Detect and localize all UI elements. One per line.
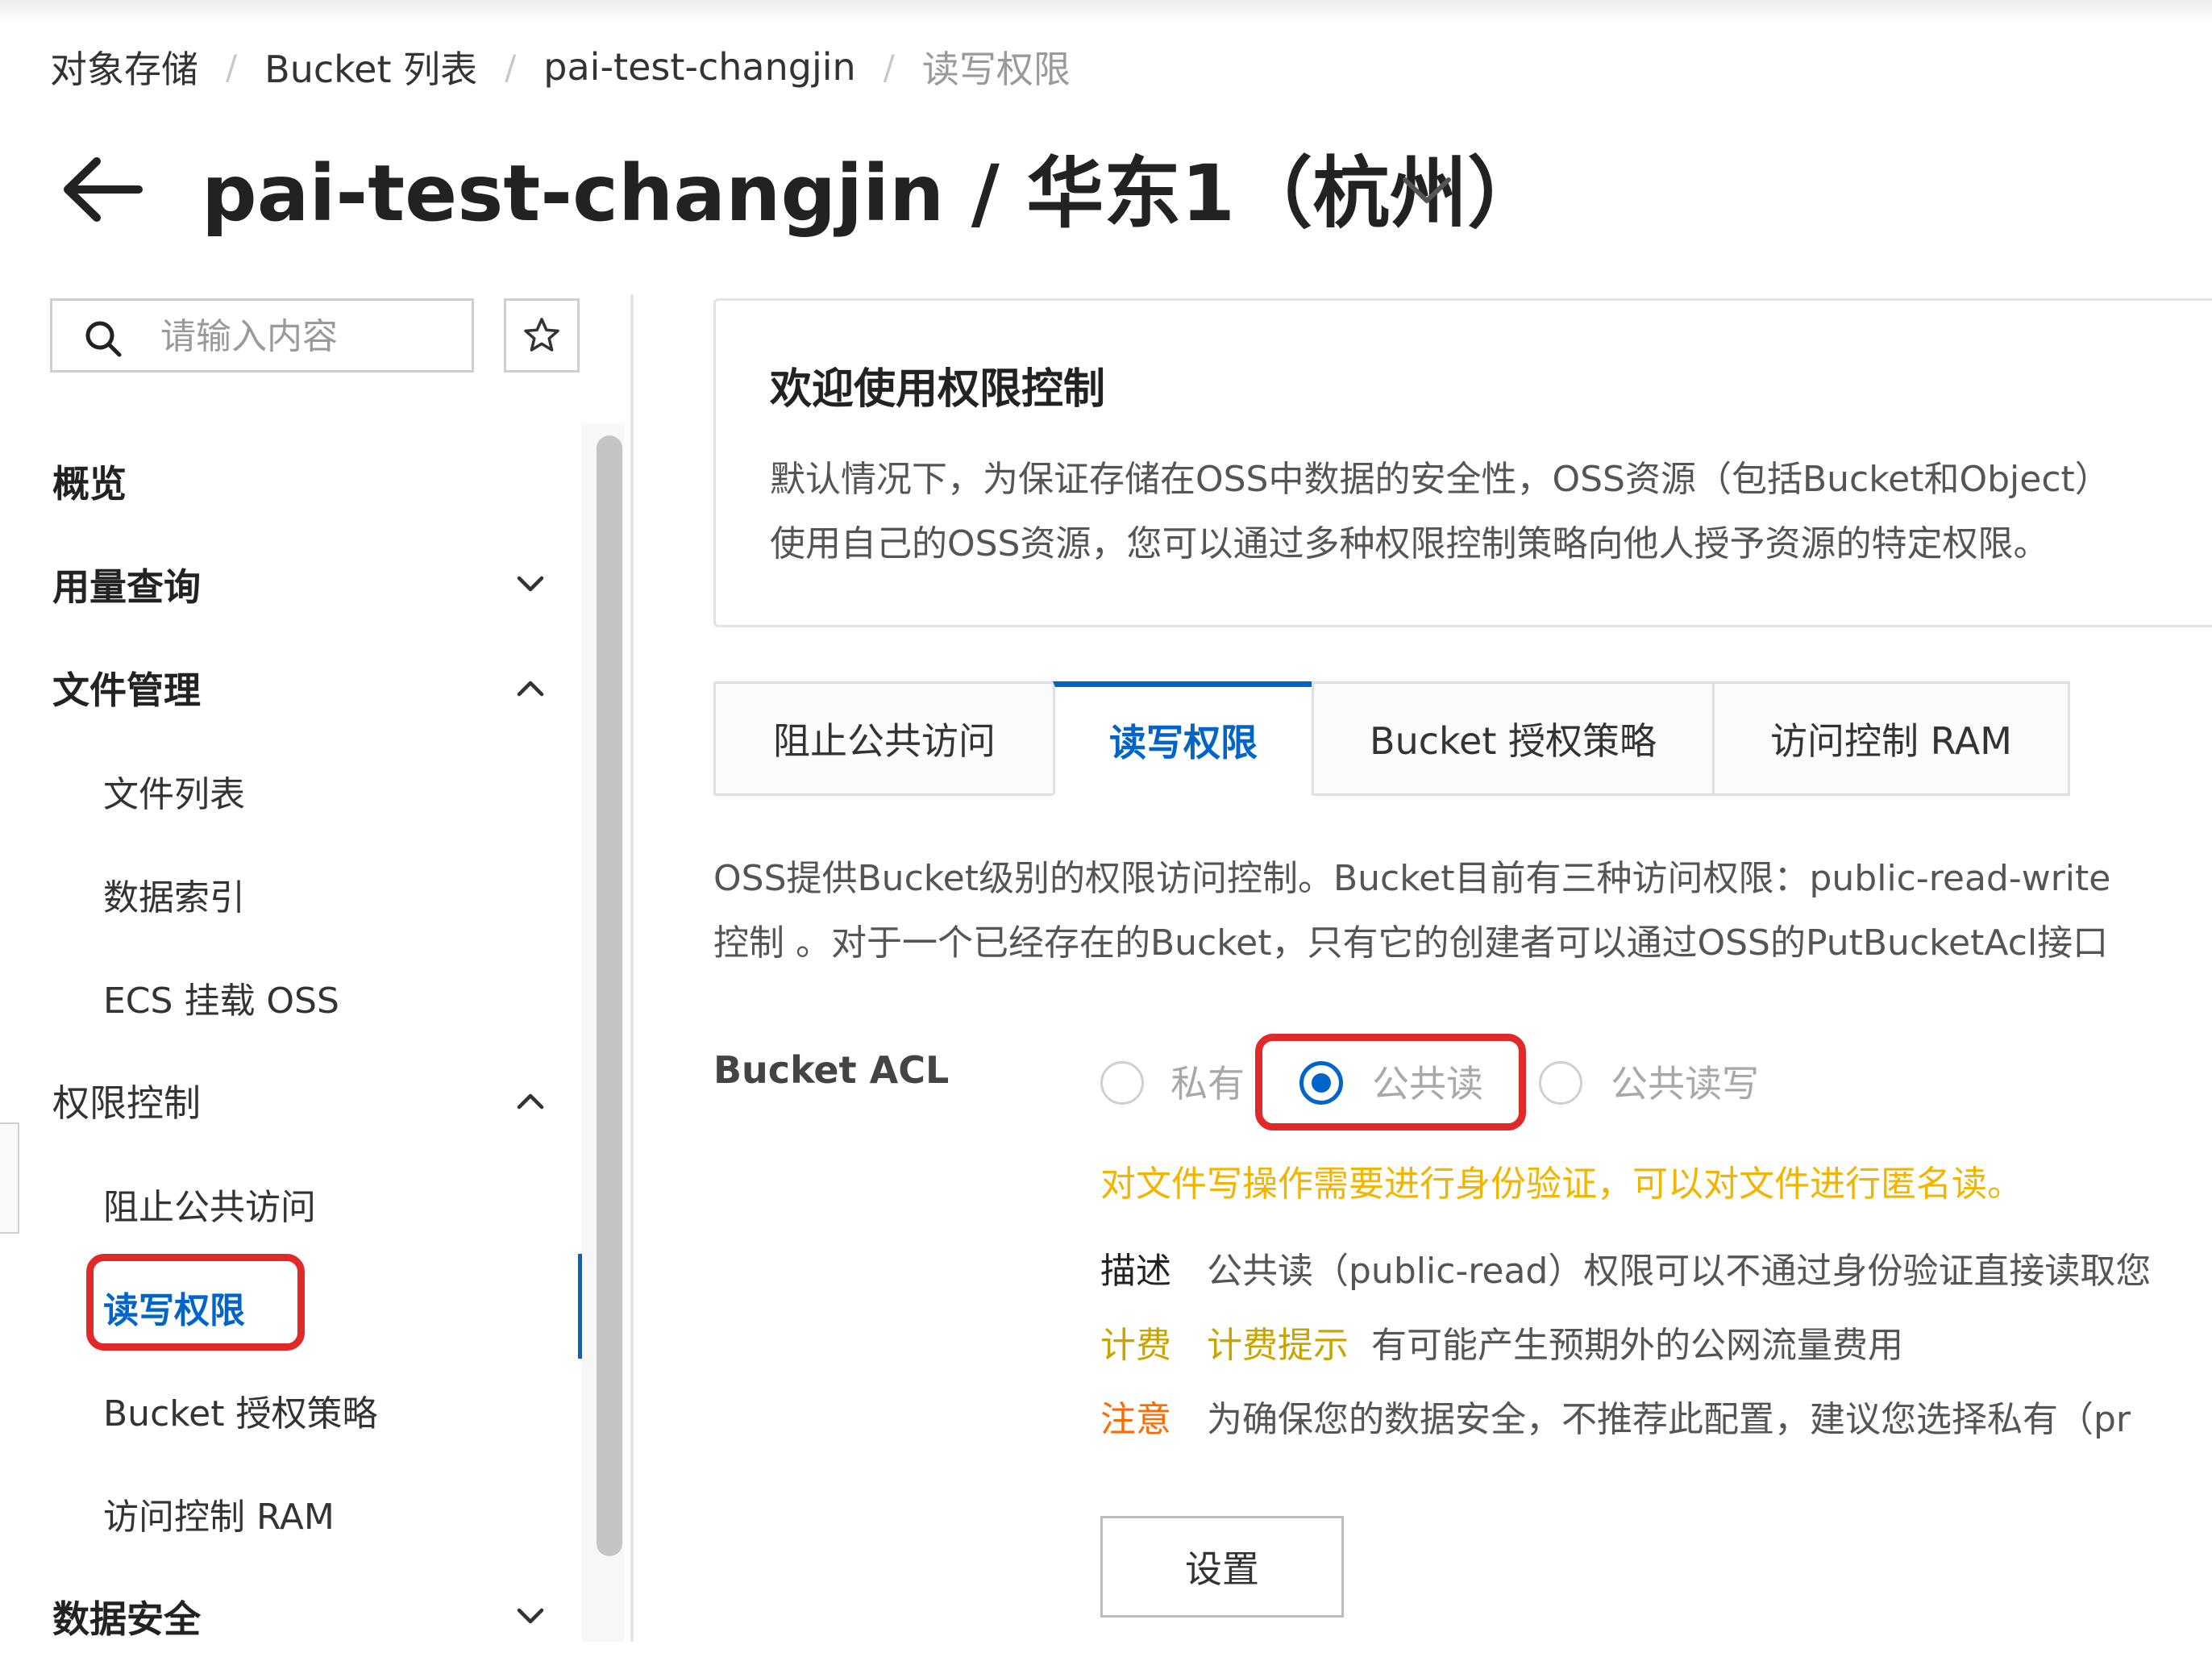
page-title: pai-test-changjin / 华东1（杭州） [202, 148, 1545, 239]
breadcrumb-separator: / [505, 47, 517, 87]
acl-warning: 对文件写操作需要进行身份验证，可以对文件进行匿名读。 [1100, 1164, 2023, 1205]
sidebar-item-access-control-ram[interactable]: 访问控制 RAM [0, 1477, 564, 1550]
welcome-line-1: 默认情况下，为保证存储在OSS中数据的安全性，OSS资源（包括Bucket和Ob… [770, 459, 2110, 500]
welcome-description: 默认情况下，为保证存储在OSS中数据的安全性，OSS资源（包括Bucket和Ob… [770, 448, 2110, 577]
bucket-acl-label: Bucket ACL [713, 1048, 950, 1092]
sidebar-item-ecs-mount-oss[interactable]: ECS 挂载 OSS [0, 961, 564, 1034]
description-value: 公共读（public-read）权限可以不通过身份验证直接读取您 [1207, 1251, 2152, 1292]
sidebar-divider [630, 294, 634, 1642]
sidebar-item-data-security[interactable]: 数据安全 [0, 1580, 564, 1653]
sidebar-item-overview[interactable]: 概览 [0, 445, 564, 518]
sidebar-item-label: ECS 挂载 OSS [103, 981, 339, 1022]
top-shadow [0, 0, 2212, 24]
welcome-title: 欢迎使用权限控制 [770, 365, 1106, 414]
sidebar-item-label: Bucket 授权策略 [103, 1393, 378, 1434]
tab-label: 读写权限 [1109, 721, 1258, 764]
fee-tip-link[interactable]: 计费提示 [1207, 1325, 1349, 1366]
search-icon [85, 321, 122, 357]
chevron-down-icon [517, 1608, 544, 1624]
fee-value: 有可能产生预期外的公网流量费用 [1371, 1325, 1903, 1366]
tab-label: Bucket 授权策略 [1370, 719, 1657, 763]
breadcrumb-current: 读写权限 [921, 48, 1071, 91]
chevron-down-icon[interactable] [1399, 165, 1455, 214]
sidebar-scrollbar-thumb[interactable] [597, 435, 622, 1556]
sidebar-item-bucket-policy[interactable]: Bucket 授权策略 [0, 1374, 564, 1447]
radio-private[interactable] [1100, 1061, 1144, 1105]
breadcrumb-bucket-list[interactable]: Bucket 列表 [264, 40, 477, 94]
search-input[interactable] [159, 307, 460, 365]
highlight-box [1255, 1034, 1526, 1130]
sidebar-item-label: 用量查询 [52, 565, 201, 609]
sidebar-item-label: 文件管理 [52, 668, 201, 712]
tab-label: 访问控制 RAM [1770, 719, 2012, 763]
sidebar-item-file-management[interactable]: 文件管理 [0, 652, 564, 724]
welcome-line-2: 使用自己的OSS资源，您可以通过多种权限控制策略向他人授予资源的特定权限。 [770, 523, 2049, 564]
acl-fee-row: 计费 计费提示 有可能产生预期外的公网流量费用 [1100, 1316, 1903, 1368]
acl-description-row: 描述 公共读（public-read）权限可以不通过身份验证直接读取您 [1100, 1242, 2151, 1293]
acl-info: OSS提供Bucket级别的权限访问控制。Bucket目前有三种访问权限：pub… [713, 847, 2110, 976]
sidebar-item-label: 访问控制 RAM [103, 1497, 335, 1538]
breadcrumb-object-storage[interactable]: 对象存储 [50, 40, 198, 94]
sidebar-item-label: 文件列表 [103, 774, 245, 815]
acl-note-row: 注意 为确保您的数据安全，不推荐此配置，建议您选择私有（pr [1100, 1390, 2131, 1442]
description-key: 描述 [1100, 1251, 1171, 1292]
sidebar-item-label: 数据索引 [103, 877, 245, 918]
acl-info-line-1: OSS提供Bucket级别的权限访问控制。Bucket目前有三种访问权限：pub… [713, 858, 2111, 899]
sidebar-item-data-index[interactable]: 数据索引 [0, 858, 564, 931]
breadcrumb: 对象存储 / Bucket 列表 / pai-test-changjin / 读… [50, 39, 1071, 95]
tab-bucket-policy[interactable]: Bucket 授权策略 [1312, 681, 1715, 796]
tab-access-control-ram[interactable]: 访问控制 RAM [1712, 681, 2070, 796]
chevron-down-icon [517, 576, 544, 592]
highlight-box [86, 1254, 305, 1351]
radio-public-read-write-label[interactable]: 公共读写 [1611, 1055, 1759, 1108]
sidebar-item-label: 数据安全 [52, 1597, 201, 1641]
sidebar-search [50, 298, 474, 373]
tab-block-public-access[interactable]: 阻止公共访问 [713, 681, 1055, 796]
sidebar-item-label: 概览 [52, 462, 127, 506]
breadcrumb-separator: / [226, 47, 238, 87]
favorite-button[interactable] [504, 298, 580, 373]
breadcrumb-bucket-name[interactable]: pai-test-changjin [543, 45, 855, 89]
back-arrow-icon[interactable] [58, 153, 147, 226]
radio-public-read-write[interactable] [1539, 1061, 1582, 1105]
star-icon [524, 318, 559, 352]
note-key: 注意 [1100, 1399, 1171, 1440]
sidebar-item-file-list[interactable]: 文件列表 [0, 755, 564, 827]
sidebar-item-usage-query[interactable]: 用量查询 [0, 548, 564, 621]
radio-private-label[interactable]: 私有 [1170, 1055, 1245, 1108]
chevron-up-icon [517, 681, 544, 697]
set-button[interactable]: 设置 [1100, 1516, 1344, 1618]
acl-info-line-2: 控制 。对于一个已经存在的Bucket，只有它的创建者可以通过OSS的PutBu… [713, 922, 2109, 964]
tab-label: 阻止公共访问 [773, 719, 996, 763]
breadcrumb-separator: / [883, 47, 895, 87]
sidebar-item-label: 权限控制 [52, 1081, 201, 1125]
tab-read-write-permission[interactable]: 读写权限 [1053, 681, 1314, 796]
sidebar-collapse-handle[interactable] [0, 1122, 19, 1234]
note-value: 为确保您的数据安全，不推荐此配置，建议您选择私有（pr [1207, 1399, 2131, 1440]
chevron-up-icon [517, 1093, 544, 1110]
sidebar-item-label: 阻止公共访问 [103, 1187, 316, 1228]
sidebar-item-permission-control[interactable]: 权限控制 [0, 1064, 564, 1137]
fee-key: 计费 [1100, 1325, 1171, 1366]
sidebar-item-block-public-access[interactable]: 阻止公共访问 [0, 1168, 564, 1240]
